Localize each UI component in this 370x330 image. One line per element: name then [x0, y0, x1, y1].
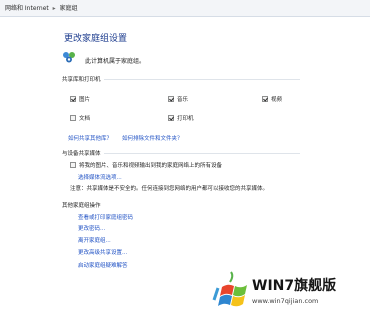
- link-change-password[interactable]: 更改密码...: [78, 224, 105, 232]
- checkbox-label: 图片: [79, 97, 91, 103]
- checkbox-label: 视频: [271, 97, 283, 103]
- checkbox-box[interactable]: [70, 162, 76, 168]
- checkbox-printers[interactable]: 打印机: [168, 114, 194, 122]
- link-media-stream-options[interactable]: 选择媒体流选项...: [78, 173, 122, 181]
- media-warning-note: 注意：共享媒体是不安全的。任何连接到您网络的用户都可以接收您的共享媒体。: [70, 186, 269, 192]
- section-divider: [104, 79, 300, 80]
- checkbox-box[interactable]: [168, 96, 174, 102]
- homegroup-icon: [63, 52, 75, 63]
- sharing-section-heading: 共享库和打印机: [62, 77, 101, 83]
- chevron-right-icon: ▸: [52, 5, 56, 12]
- checkbox-box[interactable]: [168, 115, 174, 121]
- checkbox-videos[interactable]: 视频: [262, 95, 282, 103]
- checkbox-box[interactable]: [262, 96, 268, 102]
- link-view-print-password[interactable]: 查看或打印家庭组密码: [78, 213, 133, 221]
- link-leave-homegroup[interactable]: 离开家庭组...: [78, 236, 111, 244]
- watermark-brand: WIN7旗舰版: [252, 278, 337, 294]
- checkbox-box[interactable]: [70, 96, 76, 102]
- checkbox-label: 文档: [79, 116, 91, 122]
- watermark: WIN7旗舰版 www.win7qijian.com: [212, 268, 370, 330]
- section-divider: [104, 153, 300, 154]
- link-advanced-sharing[interactable]: 更改高级共享设置...: [78, 248, 127, 256]
- page-title: 更改家庭组设置: [64, 34, 128, 44]
- other-actions-heading: 其他家庭组操作: [62, 203, 101, 209]
- breadcrumb-item-homegroup[interactable]: 家庭组: [60, 5, 78, 12]
- checkbox-music[interactable]: 音乐: [168, 95, 188, 103]
- checkbox-label: 将我的图片、音乐和视频输出到我的家庭网络上的所有设备: [79, 163, 223, 169]
- breadcrumb: 网络和 Internet ▸ 家庭组: [5, 3, 78, 12]
- link-homegroup-troubleshooter[interactable]: 启动家庭组疑难解答: [78, 261, 128, 269]
- checkbox-label: 音乐: [177, 97, 189, 103]
- checkbox-box[interactable]: [70, 115, 76, 121]
- checkbox-stream-media[interactable]: 将我的图片、音乐和视频输出到我的家庭网络上的所有设备: [70, 161, 222, 169]
- media-section-heading: 与设备共享媒体: [62, 151, 101, 157]
- link-share-other-libraries[interactable]: 如何共享其他库？: [68, 134, 112, 142]
- windows-logo-icon: [212, 271, 247, 307]
- checkbox-pictures[interactable]: 图片: [70, 95, 90, 103]
- watermark-url: www.win7qijian.com: [252, 297, 319, 305]
- link-exclude-files[interactable]: 如何排除文件和文件夹？: [122, 134, 183, 142]
- checkbox-documents[interactable]: 文档: [70, 114, 90, 122]
- checkbox-label: 打印机: [177, 116, 194, 122]
- homegroup-status-text: 此计算机属于家庭组。: [85, 58, 146, 65]
- address-bar: 网络和 Internet ▸ 家庭组: [0, 0, 370, 17]
- breadcrumb-item-network[interactable]: 网络和 Internet: [5, 5, 49, 12]
